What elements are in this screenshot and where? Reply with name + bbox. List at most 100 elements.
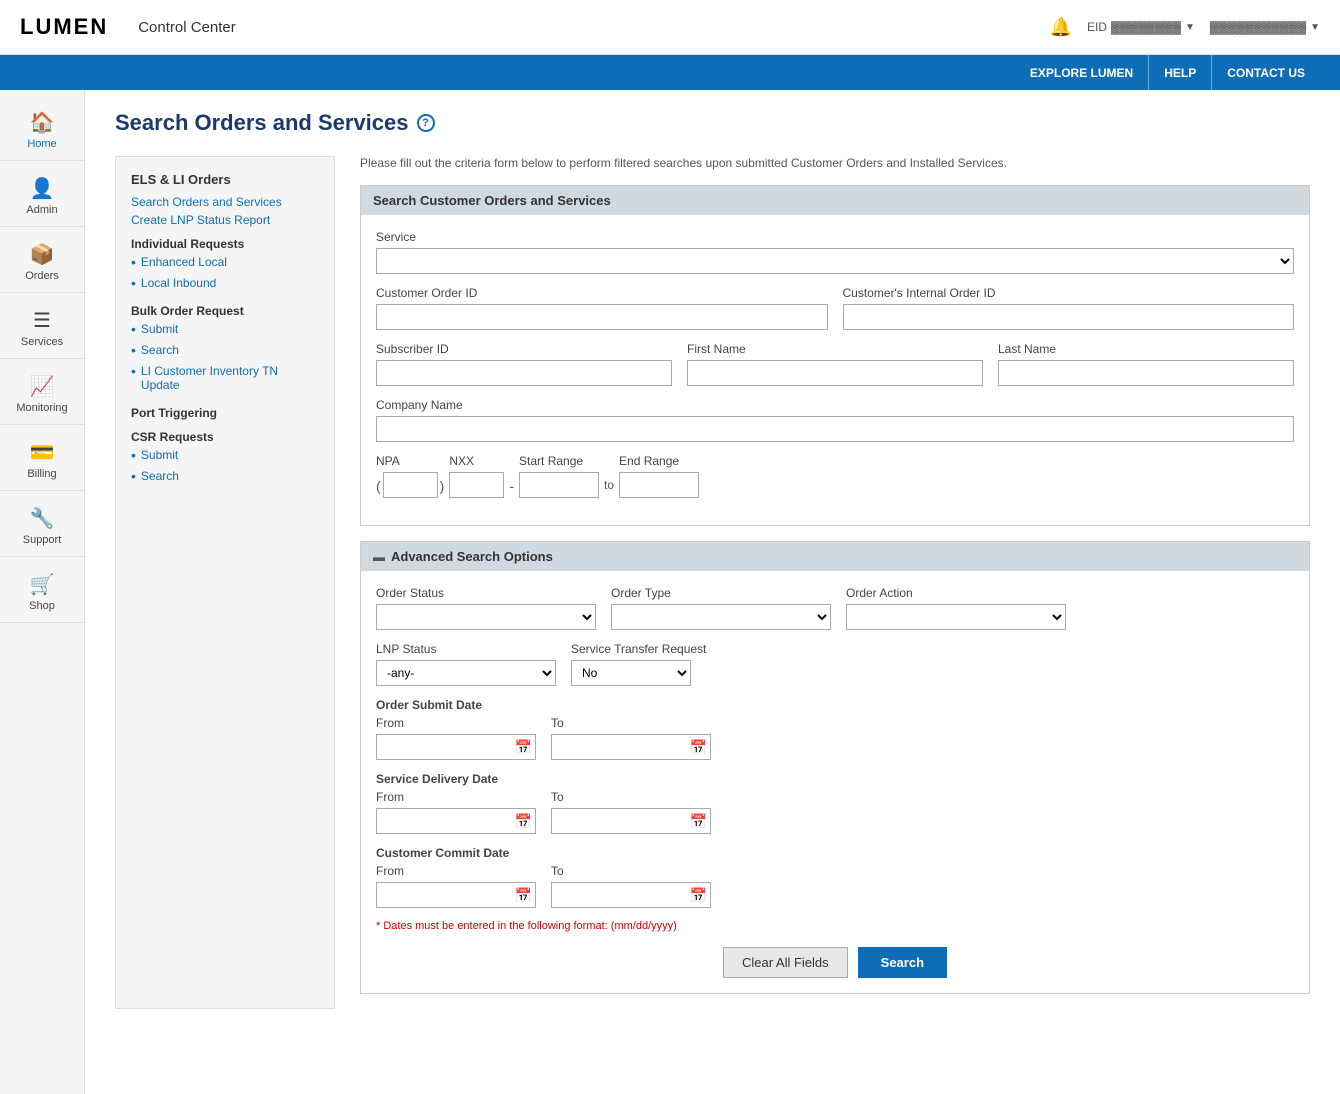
link-search-orders[interactable]: Search Orders and Services: [131, 195, 319, 209]
order-action-group: Order Action: [846, 586, 1066, 630]
lnp-status-select[interactable]: -any-: [376, 660, 556, 686]
app-title: Control Center: [138, 19, 1049, 36]
sidebar-item-label-services: Services: [21, 336, 63, 348]
clear-all-fields-button[interactable]: Clear All Fields: [723, 947, 848, 978]
support-icon: 🔧: [30, 506, 55, 531]
page-title: Search Orders and Services ?: [115, 110, 1310, 136]
company-name-group: Company Name: [376, 398, 1294, 442]
close-paren: ): [440, 478, 445, 498]
user-selector[interactable]: ▓▓▓▓▓▓▓▓▓▓▓ ▼: [1210, 20, 1320, 34]
sidebar-item-monitoring[interactable]: 📈 Monitoring: [0, 364, 84, 425]
service-delivery-to-input[interactable]: [551, 808, 711, 834]
service-label: Service: [376, 230, 1294, 244]
main-layout: 🏠 Home 👤 Admin 📦 Orders ☰ Services 📈 Mon…: [0, 90, 1340, 1094]
li-customer-item[interactable]: LI Customer Inventory TN Update: [131, 364, 319, 396]
lnp-row: LNP Status -any- Service Transfer Reques…: [376, 642, 1294, 686]
order-status-select[interactable]: [376, 604, 596, 630]
order-type-select[interactable]: [611, 604, 831, 630]
service-delivery-from-wrap: 📅: [376, 808, 536, 834]
sidebar-item-label-orders: Orders: [25, 270, 59, 282]
user-value: ▓▓▓▓▓▓▓▓▓▓▓: [1210, 20, 1306, 34]
sidebar-item-orders[interactable]: 📦 Orders: [0, 232, 84, 293]
service-delivery-date-section: Service Delivery Date From 📅: [376, 772, 1294, 834]
service-transfer-label: Service Transfer Request: [571, 642, 706, 656]
link-enhanced-local[interactable]: Enhanced Local: [141, 255, 227, 269]
service-delivery-from-col: From 📅: [376, 790, 536, 834]
sidebar-nav: 🏠 Home 👤 Admin 📦 Orders ☰ Services 📈 Mon…: [0, 90, 85, 1094]
enhanced-local-item[interactable]: Enhanced Local: [131, 255, 319, 273]
order-type-group: Order Type: [611, 586, 831, 630]
link-li-customer[interactable]: LI Customer Inventory TN Update: [141, 364, 319, 392]
csr-search-item[interactable]: Search: [131, 469, 319, 487]
customer-commit-from-input[interactable]: [376, 882, 536, 908]
user-chevron-icon: ▼: [1310, 22, 1320, 33]
company-name-label: Company Name: [376, 398, 1294, 412]
start-range-group: Start Range: [519, 454, 599, 498]
link-local-inbound[interactable]: Local Inbound: [141, 276, 216, 290]
help-icon[interactable]: ?: [417, 114, 435, 132]
bulk-search-item[interactable]: Search: [131, 343, 319, 361]
bulk-submit-item[interactable]: Submit: [131, 322, 319, 340]
customer-order-id-group: Customer Order ID: [376, 286, 828, 330]
link-bulk-submit[interactable]: Submit: [141, 322, 178, 336]
help-link[interactable]: HELP: [1149, 55, 1212, 90]
customer-commit-to-input[interactable]: [551, 882, 711, 908]
csr-submit-item[interactable]: Submit: [131, 448, 319, 466]
service-delivery-to-wrap: 📅: [551, 808, 711, 834]
sidebar-item-shop[interactable]: 🛒 Shop: [0, 562, 84, 623]
npa-input[interactable]: [383, 472, 438, 498]
lnp-status-label: LNP Status: [376, 642, 556, 656]
collapse-icon[interactable]: ▬: [373, 550, 385, 564]
sidebar-item-home[interactable]: 🏠 Home: [0, 100, 84, 161]
notification-bell-icon[interactable]: 🔔: [1050, 17, 1072, 38]
nxx-label: NXX: [449, 454, 504, 468]
local-inbound-item[interactable]: Local Inbound: [131, 276, 319, 294]
sidebar-item-billing[interactable]: 💳 Billing: [0, 430, 84, 491]
link-csr-submit[interactable]: Submit: [141, 448, 178, 462]
sidebar-item-admin[interactable]: 👤 Admin: [0, 166, 84, 227]
start-range-input[interactable]: [519, 472, 599, 498]
link-create-lnp[interactable]: Create LNP Status Report: [131, 213, 319, 227]
link-bulk-search[interactable]: Search: [141, 343, 179, 357]
advanced-section-box: ▬ Advanced Search Options Order Status: [360, 541, 1310, 994]
sidebar-item-support[interactable]: 🔧 Support: [0, 496, 84, 557]
service-select[interactable]: [376, 248, 1294, 274]
sidebar-item-label-billing: Billing: [27, 468, 56, 480]
order-submit-from-label: From: [376, 716, 536, 730]
order-id-row: Customer Order ID Customer's Internal Or…: [376, 286, 1294, 330]
customer-commit-to-col: To 📅: [551, 864, 711, 908]
customer-order-id-input[interactable]: [376, 304, 828, 330]
home-icon: 🏠: [30, 110, 55, 135]
left-menu: ELS & LI Orders Search Orders and Servic…: [115, 156, 335, 1009]
order-submit-to-input[interactable]: [551, 734, 711, 760]
service-transfer-select[interactable]: No Yes: [571, 660, 691, 686]
subscriber-id-input[interactable]: [376, 360, 672, 386]
form-area: Please fill out the criteria form below …: [360, 156, 1310, 1009]
end-range-input[interactable]: [619, 472, 699, 498]
explore-lumen-link[interactable]: EXPLORE LUMEN: [1015, 55, 1149, 90]
sidebar-item-label-admin: Admin: [26, 204, 57, 216]
contact-us-link[interactable]: CONTACT US: [1212, 55, 1320, 90]
nxx-input[interactable]: [449, 472, 504, 498]
individual-requests-title: Individual Requests: [131, 237, 319, 251]
link-csr-search[interactable]: Search: [141, 469, 179, 483]
customers-internal-order-id-input[interactable]: [843, 304, 1295, 330]
dates-note: * Dates must be entered in the following…: [376, 920, 1294, 932]
order-action-select[interactable]: [846, 604, 1066, 630]
customer-commit-from-wrap: 📅: [376, 882, 536, 908]
sidebar-item-label-monitoring: Monitoring: [16, 402, 67, 414]
search-button[interactable]: Search: [858, 947, 947, 978]
last-name-input[interactable]: [998, 360, 1294, 386]
advanced-section-title: Advanced Search Options: [391, 549, 553, 564]
company-name-input[interactable]: [376, 416, 1294, 442]
blue-nav-bar: EXPLORE LUMEN HELP CONTACT US: [0, 55, 1340, 90]
service-delivery-from-input[interactable]: [376, 808, 536, 834]
customer-commit-date-section: Customer Commit Date From 📅: [376, 846, 1294, 908]
order-submit-from-input[interactable]: [376, 734, 536, 760]
sidebar-item-services[interactable]: ☰ Services: [0, 298, 84, 359]
eid-selector[interactable]: EID ▓▓▓▓▓▓▓▓ ▼: [1087, 20, 1195, 34]
customers-internal-order-id-label: Customer's Internal Order ID: [843, 286, 1295, 300]
to-separator: to: [604, 478, 614, 498]
header-right: 🔔 EID ▓▓▓▓▓▓▓▓ ▼ ▓▓▓▓▓▓▓▓▓▓▓ ▼: [1050, 17, 1320, 38]
first-name-input[interactable]: [687, 360, 983, 386]
